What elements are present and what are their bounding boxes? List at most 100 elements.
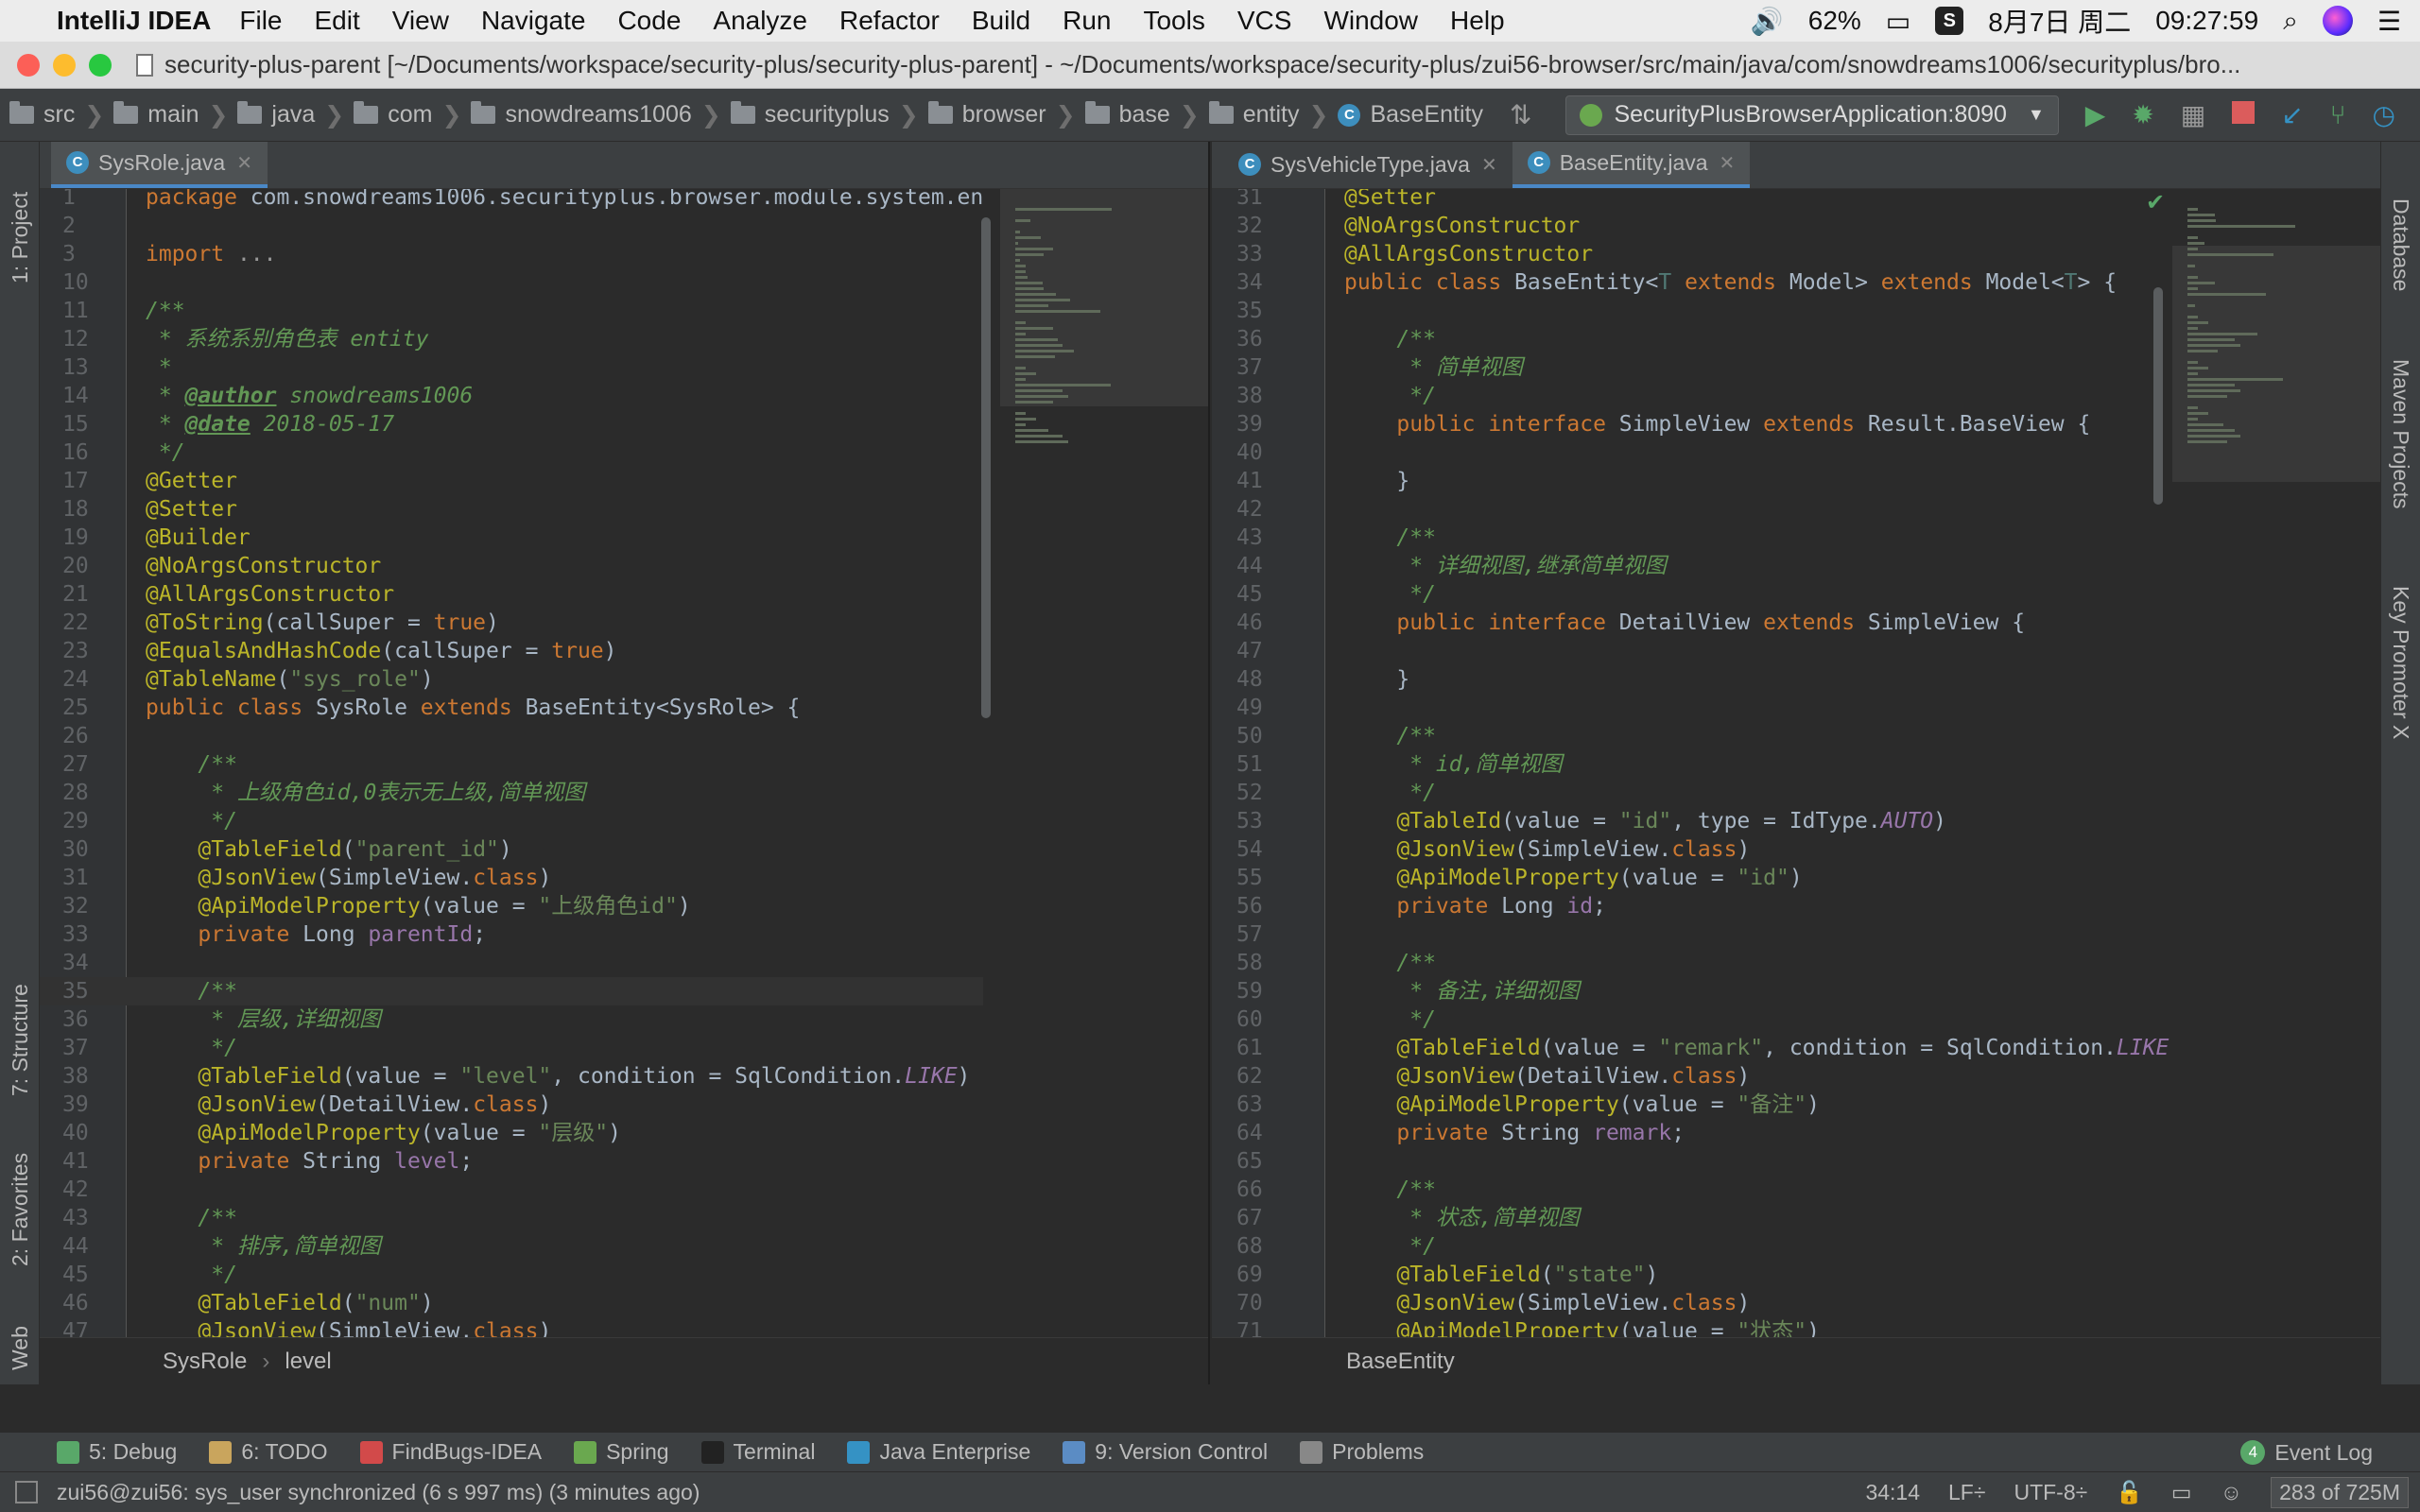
left-code-minimap[interactable] [1000,189,1208,1337]
menu-window[interactable]: Window [1323,6,1418,36]
status-message[interactable]: zui56@zui56: sys_user synchronized (6 s … [57,1480,700,1505]
code-line[interactable]: 45 */ [40,1261,983,1289]
code-text[interactable]: @ApiModelProperty(value = "上级角色id") [146,894,690,919]
nav-crumb-main[interactable]: main ❯ [113,101,228,129]
toggle-tool-windows-icon[interactable] [15,1481,38,1503]
favorites-tool-tab[interactable]: 2: Favorites [8,1153,33,1266]
code-text[interactable]: */ [1344,1007,1436,1032]
menubar-date[interactable]: 8月7日 周二 [1988,2,2131,40]
caret-position[interactable]: 34:14 [1865,1480,1920,1505]
code-text[interactable]: @TableId(value = "id", type = IdType.AUT… [1344,809,1946,833]
code-line[interactable]: 15 * @date 2018-05-17 [40,410,983,438]
code-line[interactable]: 41 private String level; [40,1147,983,1176]
code-line[interactable]: 25 public class SysRole extends BaseEntit… [40,694,983,722]
code-text[interactable]: */ [1344,1234,1436,1259]
code-line[interactable]: 49 [1212,694,2169,722]
code-line[interactable]: 20 @NoArgsConstructor [40,552,983,580]
menu-tools[interactable]: Tools [1143,6,1204,36]
code-text[interactable]: @AllArgsConstructor [146,582,394,607]
code-line[interactable]: 55 @ApiModelProperty(value = "id") [1212,864,2169,892]
code-text[interactable]: @Getter [146,469,237,493]
code-text[interactable]: @JsonView(SimpleView.class) [146,1319,551,1337]
left-code-lines[interactable]: 1 package com.snowdreams1006.securityplus… [40,189,984,1337]
run-configuration-selector[interactable]: SecurityPlusBrowserApplication:8090 ▼ [1565,94,2059,135]
notification-center-icon[interactable]: ☰ [2377,6,2401,37]
code-line[interactable]: 37 */ [40,1034,983,1062]
right-code-minimap[interactable] [2172,189,2380,1337]
code-text[interactable]: * 系统系别角色表 entity [146,327,429,352]
maven-projects-tool-tab[interactable]: Maven Projects [2388,359,2413,509]
code-line[interactable]: 11 /** [40,297,983,325]
code-line[interactable]: 46 @TableField("num") [40,1289,983,1317]
menu-edit[interactable]: Edit [315,6,360,36]
code-text[interactable]: @ApiModelProperty(value = "层级") [146,1121,621,1145]
battery-percent[interactable]: 62% [1808,6,1861,36]
run-icon[interactable]: ▶ [2085,99,2106,130]
menu-refactor[interactable]: Refactor [839,6,940,36]
code-line[interactable]: 17 @Getter [40,467,983,495]
code-text[interactable]: * @author snowdreams1006 [146,384,473,408]
code-text[interactable]: @ApiModelProperty(value = "状态") [1344,1319,1820,1337]
code-text[interactable]: * 详细视图,继承简单视图 [1344,554,1667,578]
memory-indicator[interactable]: 283 of 725M [2271,1477,2409,1508]
menu-help[interactable]: Help [1450,6,1505,36]
menu-run[interactable]: Run [1063,6,1111,36]
context-icon[interactable]: ▭ [2171,1480,2192,1505]
code-line[interactable]: 39 @JsonView(DetailView.class) [40,1091,983,1119]
menu-analyze[interactable]: Analyze [713,6,807,36]
code-line[interactable]: 31 @JsonView(SimpleView.class) [40,864,983,892]
minimize-window-button[interactable] [53,53,76,77]
code-text[interactable]: @TableField("parent_id") [146,837,511,862]
nav-crumb-browser[interactable]: browser ❯ [927,101,1076,129]
code-line[interactable]: 30 @TableField("parent_id") [40,835,983,864]
code-text[interactable]: @TableName("sys_role") [146,667,434,692]
code-line[interactable]: 33 @AllArgsConstructor [1212,240,2169,268]
structure-tool-tab[interactable]: 7: Structure [8,984,33,1096]
code-line[interactable]: 22 @ToString(callSuper = true) [40,609,983,637]
code-line[interactable]: 27 /** [40,750,983,779]
code-text[interactable]: @ApiModelProperty(value = "备注") [1344,1092,1820,1117]
left-code-area[interactable]: 1 package com.snowdreams1006.securityplus… [40,189,1208,1337]
menu-code[interactable]: Code [617,6,681,36]
code-line[interactable]: 1 package com.snowdreams1006.securityplus… [40,189,983,212]
code-text[interactable]: */ [146,440,185,465]
code-line[interactable]: 39 public interface SimpleView extends R… [1212,410,2169,438]
code-line[interactable]: 13 * [40,353,983,382]
menu-view[interactable]: View [392,6,449,36]
code-line[interactable]: 16 */ [40,438,983,467]
code-line[interactable]: 37 * 简单视图 [1212,353,2169,382]
menu-navigate[interactable]: Navigate [481,6,586,36]
code-text[interactable]: @NoArgsConstructor [1344,214,1580,238]
code-line[interactable]: 54 @JsonView(SimpleView.class) [1212,835,2169,864]
code-line[interactable]: 12 * 系统系别角色表 entity [40,325,983,353]
code-text[interactable]: @Setter [146,497,237,522]
code-text[interactable]: import ... [146,242,277,266]
code-text[interactable]: @Setter [1344,189,1436,210]
code-line[interactable]: 28 * 上级角色id,0表示无上级,简单视图 [40,779,983,807]
spotlight-search-icon[interactable]: ⌕ [2283,6,2298,37]
code-line[interactable]: 19 @Builder [40,524,983,552]
nav-crumb-com[interactable]: com ❯ [354,101,461,129]
code-line[interactable]: 70 @JsonView(SimpleView.class) [1212,1289,2169,1317]
todo-tool-button[interactable]: 6: TODO [209,1439,328,1465]
code-text[interactable]: private String remark; [1344,1121,1685,1145]
code-line[interactable]: 40 @ApiModelProperty(value = "层级") [40,1119,983,1147]
database-tool-tab[interactable]: Database [2388,198,2413,291]
code-line[interactable]: 42 [40,1176,983,1204]
menubar-time[interactable]: 09:27:59 [2155,6,2258,36]
version-control-tool-button[interactable]: 9: Version Control [1063,1439,1268,1465]
code-text[interactable]: public class SysRole extends BaseEntity<… [146,696,800,720]
code-text[interactable]: private Long parentId; [146,922,486,947]
project-tool-tab[interactable]: 1: Project [8,192,33,284]
menu-vcs[interactable]: VCS [1237,6,1292,36]
right-code-lines[interactable]: 31 @Setter 32 @NoArgsConstructor 33 @AllArgsC… [1212,189,2169,1337]
stop-button[interactable] [2232,100,2256,130]
code-text[interactable]: package com.snowdreams1006.securityplus.… [146,189,983,210]
problems-tool-button[interactable]: Problems [1300,1439,1424,1465]
code-line[interactable]: 67 * 状态,简单视图 [1212,1204,2169,1232]
terminal-tool-button[interactable]: Terminal [700,1439,815,1465]
code-line[interactable]: 52 */ [1212,779,2169,807]
code-line[interactable]: 48 } [1212,665,2169,694]
code-line[interactable]: 60 */ [1212,1005,2169,1034]
code-text[interactable]: * 简单视图 [1344,355,1523,380]
